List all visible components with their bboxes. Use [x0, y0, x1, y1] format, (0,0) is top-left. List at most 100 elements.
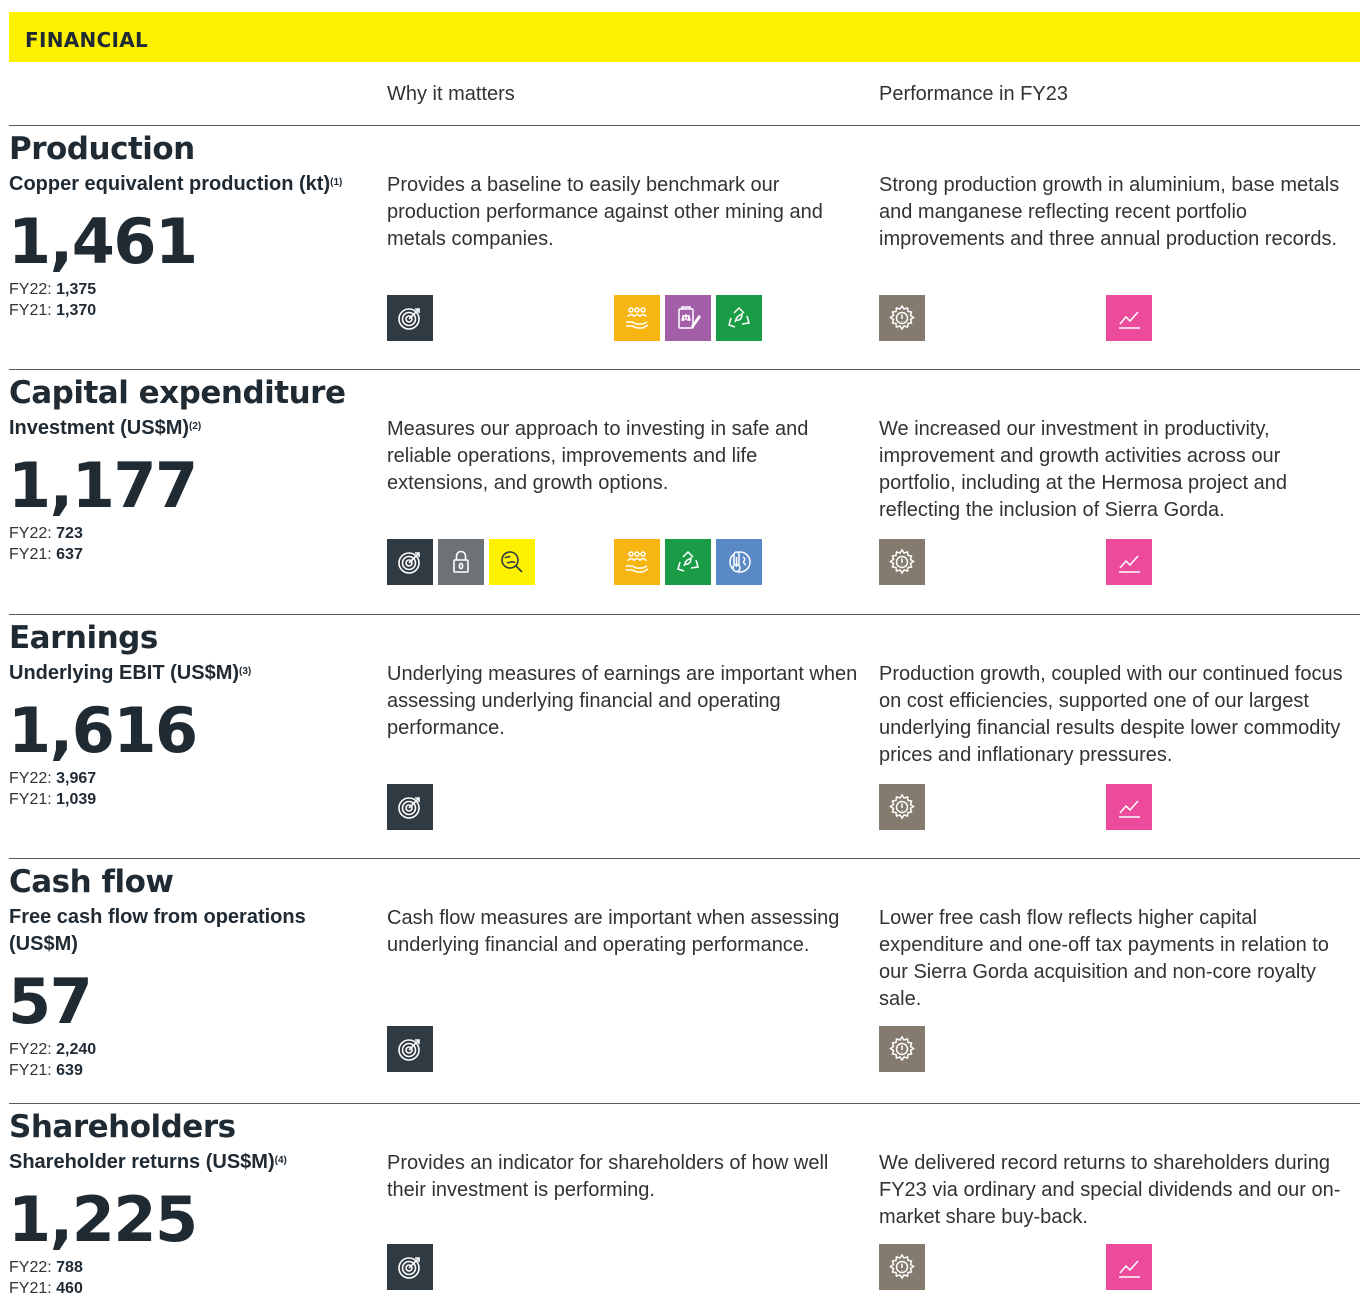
section-title: Production — [9, 131, 195, 167]
section-banner: FINANCIAL — [9, 12, 1360, 62]
performance-text: We increased our investment in productiv… — [879, 418, 1288, 521]
metric-label: Investment (US$M)(2) — [9, 415, 379, 442]
footnote-marker: (2) — [189, 421, 202, 432]
fy21-value: 639 — [56, 1062, 83, 1079]
prior-year-values: FY22: 2,240 FY21: 639 — [9, 1039, 96, 1081]
fy21-label: FY21: — [9, 791, 52, 808]
fy22-value: 3,967 — [56, 770, 97, 787]
performance-text: We delivered record returns to sharehold… — [879, 1152, 1341, 1228]
fy22-label: FY22: — [9, 281, 52, 298]
fy22-value: 723 — [56, 525, 83, 542]
fy22-row: FY22: 1,375 — [9, 279, 96, 300]
operations-gear-icon — [879, 1244, 925, 1290]
performance-text: Strong production growth in aluminium, b… — [879, 174, 1340, 250]
fy22-value: 788 — [56, 1259, 83, 1276]
fy22-label: FY22: — [9, 1041, 52, 1058]
why-it-matters-text: Provides a baseline to easily benchmark … — [387, 174, 823, 250]
operations-gear-icon — [879, 1026, 925, 1072]
section-title: Shareholders — [9, 1109, 236, 1145]
fy22-label: FY22: — [9, 1259, 52, 1276]
metric-label: Copper equivalent production (kt)(1) — [9, 171, 379, 198]
section-divider — [9, 858, 1360, 859]
fy21-value: 460 — [56, 1280, 83, 1297]
metric-value: 57 — [8, 965, 93, 1038]
column-header-performance: Performance in FY23 — [879, 83, 1068, 105]
section-title: Earnings — [9, 620, 158, 656]
fy22-row: FY22: 2,240 — [9, 1039, 96, 1060]
section-title: Capital expenditure — [9, 375, 346, 411]
metric-label-text: Underlying EBIT (US$M) — [9, 662, 240, 684]
performance-text: Lower free cash flow reflects higher cap… — [879, 907, 1329, 1010]
operations-gear-icon — [879, 295, 925, 341]
fy22-value: 2,240 — [56, 1041, 97, 1058]
growth-chart-icon — [1106, 539, 1152, 585]
section-divider — [9, 369, 1360, 370]
metric-label: Shareholder returns (US$M)(4) — [9, 1149, 379, 1176]
footnote-marker: (3) — [239, 666, 252, 677]
ethics-icon — [665, 295, 711, 341]
metric-label-text: Free cash flow from operations (US$M) — [9, 906, 306, 955]
why-it-matters-text: Measures our approach to investing in sa… — [387, 418, 809, 494]
target-icon — [387, 1244, 433, 1290]
fy22-row: FY22: 723 — [9, 523, 83, 544]
footnote-marker: (4) — [274, 1155, 287, 1166]
target-icon — [387, 1026, 433, 1072]
fy21-value: 1,039 — [56, 791, 97, 808]
section-divider — [9, 125, 1360, 126]
lock-icon — [438, 539, 484, 585]
climate-icon — [716, 539, 762, 585]
fy21-label: FY21: — [9, 1280, 52, 1297]
fy21-label: FY21: — [9, 1062, 52, 1079]
prior-year-values: FY22: 788 FY21: 460 — [9, 1257, 83, 1299]
metric-label-text: Copper equivalent production (kt) — [9, 173, 331, 195]
exploration-icon — [489, 539, 535, 585]
why-it-matters-text: Underlying measures of earnings are impo… — [387, 663, 858, 739]
growth-chart-icon — [1106, 295, 1152, 341]
prior-year-values: FY22: 3,967 FY21: 1,039 — [9, 768, 96, 810]
fy22-row: FY22: 3,967 — [9, 768, 96, 789]
fy21-label: FY21: — [9, 302, 52, 319]
metric-value: 1,461 — [8, 205, 198, 278]
fy21-row: FY21: 1,370 — [9, 300, 96, 321]
fy21-value: 637 — [56, 546, 83, 563]
metric-value: 1,225 — [8, 1183, 198, 1256]
section-divider — [9, 614, 1360, 615]
fy21-row: FY21: 1,039 — [9, 789, 96, 810]
operations-gear-icon — [879, 539, 925, 585]
metric-label: Underlying EBIT (US$M)(3) — [9, 660, 379, 687]
metric-value: 1,616 — [8, 694, 198, 767]
fy21-value: 1,370 — [56, 302, 97, 319]
section-divider — [9, 1103, 1360, 1104]
section-title: Cash flow — [9, 864, 174, 900]
why-it-matters-text: Provides an indicator for shareholders o… — [387, 1152, 829, 1201]
fy21-row: FY21: 637 — [9, 544, 83, 565]
fy21-label: FY21: — [9, 546, 52, 563]
fy21-row: FY21: 639 — [9, 1060, 96, 1081]
metric-label: Free cash flow from operations (US$M) — [9, 904, 379, 958]
banner-label: FINANCIAL — [25, 28, 149, 52]
environment-icon — [716, 295, 762, 341]
growth-chart-icon — [1106, 1244, 1152, 1290]
fy22-value: 1,375 — [56, 281, 97, 298]
people-icon — [614, 539, 660, 585]
target-icon — [387, 539, 433, 585]
environment-icon — [665, 539, 711, 585]
metric-value: 1,177 — [8, 449, 198, 522]
operations-gear-icon — [879, 784, 925, 830]
fy22-label: FY22: — [9, 770, 52, 787]
prior-year-values: FY22: 723 FY21: 637 — [9, 523, 83, 565]
footnote-marker: (1) — [330, 177, 343, 188]
people-icon — [614, 295, 660, 341]
target-icon — [387, 295, 433, 341]
fy21-row: FY21: 460 — [9, 1278, 83, 1299]
prior-year-values: FY22: 1,375 FY21: 1,370 — [9, 279, 96, 321]
fy22-label: FY22: — [9, 525, 52, 542]
growth-chart-icon — [1106, 784, 1152, 830]
performance-text: Production growth, coupled with our cont… — [879, 663, 1343, 766]
target-icon — [387, 784, 433, 830]
fy22-row: FY22: 788 — [9, 1257, 83, 1278]
why-it-matters-text: Cash flow measures are important when as… — [387, 907, 840, 956]
column-header-why: Why it matters — [387, 83, 515, 105]
metric-label-text: Shareholder returns (US$M) — [9, 1151, 275, 1173]
metric-label-text: Investment (US$M) — [9, 417, 190, 439]
